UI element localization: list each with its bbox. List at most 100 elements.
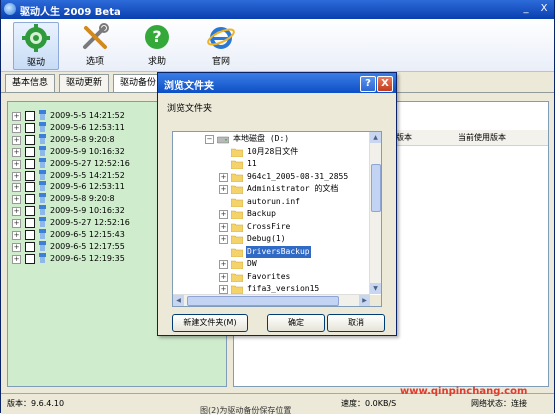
backup-checkbox[interactable] bbox=[25, 111, 35, 121]
driver-icon bbox=[39, 169, 46, 180]
backup-checkbox[interactable] bbox=[25, 146, 35, 157]
folder-name: Administrator 的文档 bbox=[247, 184, 339, 193]
backup-date: 2009-5-9 10:16:32 bbox=[50, 206, 125, 216]
column-header: 版本 当前使用版本 bbox=[392, 130, 548, 146]
driver-icon bbox=[39, 193, 46, 204]
title-bar: 驱动人生 2009 Beta _ X bbox=[1, 0, 554, 19]
question-icon: ? bbox=[145, 25, 169, 49]
expand-icon[interactable]: + bbox=[219, 260, 228, 269]
expand-icon[interactable]: + bbox=[12, 171, 21, 181]
folder-icon bbox=[231, 148, 243, 157]
scroll-down-arrow-icon[interactable]: ▼ bbox=[370, 283, 381, 294]
expand-icon[interactable]: + bbox=[219, 235, 228, 244]
status-version: 版本：9.6.4.10 bbox=[7, 399, 65, 408]
backup-checkbox[interactable] bbox=[25, 194, 35, 205]
expand-icon[interactable]: + bbox=[219, 285, 228, 294]
tools-icon bbox=[83, 23, 109, 49]
driver-icon bbox=[39, 110, 46, 120]
folder-icon bbox=[231, 198, 243, 207]
vertical-scrollbar[interactable]: ▲ ▼ bbox=[369, 132, 381, 294]
toolbar-drivers-button[interactable]: 驱动 bbox=[13, 22, 59, 70]
folder-icon bbox=[231, 210, 243, 219]
expand-icon[interactable]: + bbox=[219, 222, 228, 232]
expand-icon[interactable]: + bbox=[219, 185, 228, 194]
expand-icon[interactable]: + bbox=[12, 135, 21, 145]
status-speed: 速度：0.0KB/S bbox=[341, 399, 397, 408]
gear-icon bbox=[22, 24, 50, 52]
toolbar-label: 驱动 bbox=[26, 58, 45, 68]
backup-checkbox[interactable] bbox=[25, 134, 35, 145]
backup-date: 2009-5-5 14:21:52 bbox=[50, 111, 125, 120]
vertical-scroll-thumb[interactable] bbox=[371, 164, 381, 212]
backup-checkbox[interactable] bbox=[25, 182, 35, 193]
expand-icon[interactable]: + bbox=[12, 219, 21, 229]
expand-icon[interactable]: − bbox=[205, 135, 214, 144]
close-button[interactable]: X bbox=[537, 2, 551, 16]
folder-name: DriversBackup bbox=[246, 245, 311, 258]
expand-icon[interactable]: + bbox=[12, 147, 21, 157]
driver-icon bbox=[39, 205, 46, 216]
backup-checkbox[interactable] bbox=[25, 218, 35, 229]
folder-name: 10月28日文件 bbox=[247, 146, 299, 156]
dialog-title-bar: 浏览文件夹 ? X bbox=[158, 73, 396, 93]
expand-icon[interactable]: + bbox=[219, 210, 228, 219]
column-header-version[interactable]: 版本 bbox=[396, 132, 412, 143]
backup-checkbox[interactable] bbox=[25, 122, 35, 133]
expand-icon[interactable]: + bbox=[12, 254, 21, 264]
new-folder-button[interactable]: 新建文件夹(M) bbox=[172, 314, 248, 332]
column-header-current-version[interactable]: 当前使用版本 bbox=[458, 132, 506, 143]
expand-icon[interactable]: + bbox=[12, 123, 21, 133]
backup-checkbox[interactable] bbox=[25, 241, 35, 252]
backup-checkbox[interactable] bbox=[25, 253, 35, 264]
expand-icon[interactable]: + bbox=[219, 272, 228, 282]
horizontal-scrollbar[interactable]: ◀ ▶ bbox=[173, 294, 370, 306]
expand-icon[interactable]: + bbox=[12, 207, 21, 217]
expand-icon[interactable]: + bbox=[12, 183, 21, 193]
help-button[interactable]: ? bbox=[360, 76, 376, 92]
backup-checkbox[interactable] bbox=[25, 206, 35, 217]
expand-icon[interactable]: + bbox=[219, 172, 228, 182]
ok-button[interactable]: 确定 bbox=[267, 314, 325, 332]
svg-text:?: ? bbox=[152, 27, 161, 46]
tab-driver-backup[interactable]: 驱动备份 bbox=[113, 74, 164, 92]
folder-icon bbox=[231, 185, 243, 194]
folder-name: Favorites bbox=[247, 271, 291, 281]
horizontal-scroll-thumb[interactable] bbox=[187, 296, 339, 306]
toolbar-help-button[interactable]: ? 求助 bbox=[135, 22, 179, 68]
dialog-close-button[interactable]: X bbox=[377, 76, 393, 92]
folder-icon bbox=[231, 235, 243, 244]
toolbar-website-button[interactable]: 官网 bbox=[199, 22, 243, 68]
folder-name: Backup bbox=[247, 209, 276, 218]
expand-icon[interactable]: + bbox=[12, 242, 21, 252]
figure-caption: 图(2)为驱动备份保存位置 bbox=[200, 406, 292, 415]
expand-icon[interactable]: + bbox=[12, 112, 21, 121]
cancel-button[interactable]: 取消 bbox=[327, 314, 385, 332]
browser-icon bbox=[207, 27, 235, 49]
scroll-up-arrow-icon[interactable]: ▲ bbox=[370, 132, 381, 143]
toolbar-options-button[interactable]: 选项 bbox=[73, 22, 117, 68]
backup-checkbox[interactable] bbox=[25, 158, 35, 169]
folder-name: 11 bbox=[247, 159, 257, 168]
expand-icon[interactable]: + bbox=[12, 231, 21, 240]
expand-icon[interactable]: + bbox=[12, 159, 21, 169]
driver-icon bbox=[39, 181, 46, 192]
driver-icon bbox=[39, 217, 46, 228]
minimize-button[interactable]: _ bbox=[519, 2, 533, 16]
backup-date: 2009-5-8 9:20:8 bbox=[50, 134, 115, 144]
driver-icon bbox=[39, 252, 46, 263]
folder-icon bbox=[231, 223, 243, 232]
backup-date: 2009-5-5 14:21:52 bbox=[50, 170, 125, 180]
app-icon bbox=[4, 3, 16, 15]
backup-date: 2009-6-5 12:17:55 bbox=[50, 241, 125, 251]
backup-date: 2009-6-5 12:15:43 bbox=[50, 230, 125, 239]
scroll-right-arrow-icon[interactable]: ▶ bbox=[359, 295, 370, 306]
backup-checkbox[interactable] bbox=[25, 170, 35, 181]
expand-icon[interactable]: + bbox=[12, 195, 21, 205]
tab-basic-info[interactable]: 基本信息 bbox=[5, 74, 56, 92]
tab-driver-update[interactable]: 驱动更新 bbox=[59, 74, 110, 92]
scroll-left-arrow-icon[interactable]: ◀ bbox=[173, 295, 184, 306]
scroll-corner bbox=[370, 295, 381, 306]
backup-date: 2009-5-6 12:53:11 bbox=[50, 182, 125, 192]
folder-tree[interactable]: − 本地磁盘 (D:) 10月28日文件 11 +964c1_2005-08-31_28… bbox=[172, 131, 382, 307]
backup-checkbox[interactable] bbox=[25, 230, 35, 240]
